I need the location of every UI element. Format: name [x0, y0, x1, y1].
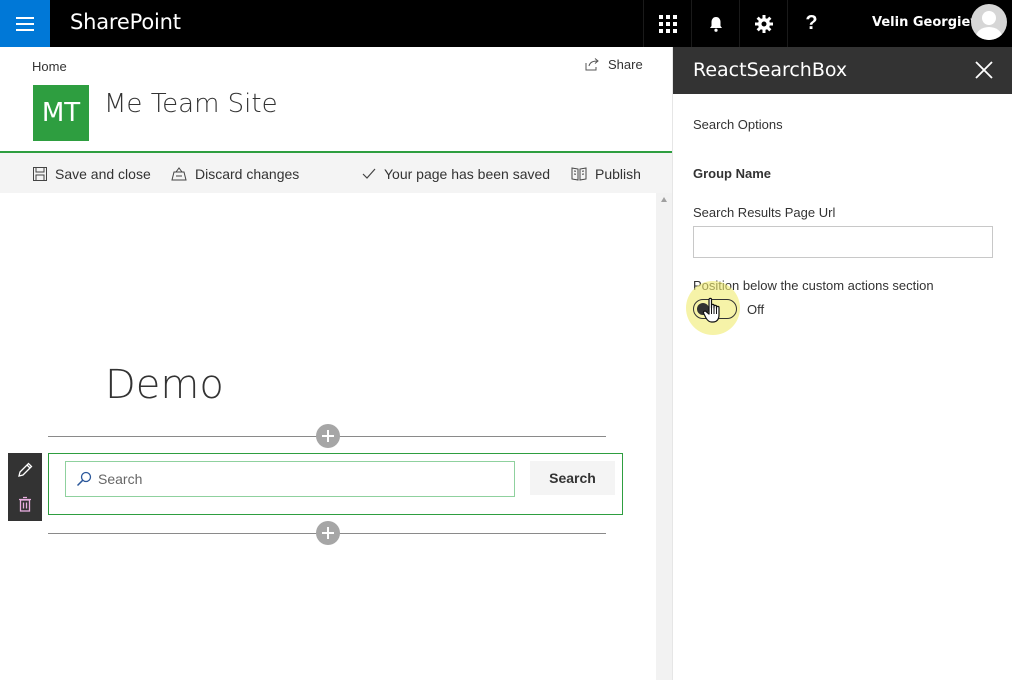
settings-button[interactable] — [739, 0, 787, 47]
user-name[interactable]: Velin Georgiev — [872, 15, 979, 30]
suite-bar: SharePoint ? Velin Georgiev — [0, 0, 1012, 47]
vertical-scrollbar[interactable] — [656, 193, 672, 680]
property-pane-header: ReactSearchBox — [673, 47, 1012, 94]
hand-cursor-icon — [702, 297, 720, 323]
checkmark-icon — [362, 168, 376, 179]
scroll-up-icon[interactable] — [661, 197, 667, 202]
property-pane-title: ReactSearchBox — [693, 59, 848, 81]
page-canvas: Demo Search Search — [0, 193, 672, 680]
search-button[interactable]: Search — [530, 461, 615, 495]
save-and-close-label: Save and close — [55, 166, 151, 182]
save-status-label: Your page has been saved — [384, 166, 551, 182]
search-input[interactable] — [98, 471, 498, 487]
edit-webpart-button[interactable] — [8, 453, 42, 487]
share-label: Share — [608, 57, 643, 72]
url-field-label: Search Results Page Url — [693, 205, 836, 220]
page-area: Home Share MT Me Team Site Save and clos… — [0, 47, 672, 680]
discard-icon — [171, 167, 187, 181]
help-icon: ? — [805, 12, 818, 34]
search-box[interactable] — [65, 461, 515, 497]
trash-icon — [19, 496, 31, 512]
site-logo[interactable]: MT — [33, 85, 89, 141]
group-name-heading: Group Name — [693, 166, 772, 181]
gear-icon — [754, 14, 773, 33]
add-webpart-above-icon[interactable] — [316, 424, 340, 448]
menu-icon — [16, 16, 34, 31]
discard-changes-label: Discard changes — [195, 166, 300, 182]
publish-icon — [571, 167, 587, 181]
share-icon — [585, 58, 599, 71]
webpart-toolbar — [8, 453, 42, 521]
search-webpart[interactable]: Search — [48, 453, 623, 515]
user-avatar-icon[interactable] — [971, 4, 1007, 40]
breadcrumb[interactable]: Home — [32, 59, 67, 74]
save-icon — [33, 167, 47, 181]
search-results-url-field[interactable] — [693, 226, 993, 258]
close-icon — [975, 61, 993, 79]
menu-button[interactable] — [0, 0, 50, 47]
page-heading[interactable]: Demo — [105, 362, 224, 408]
toggle-state-text: Off — [747, 302, 765, 317]
save-and-close-button[interactable]: Save and close — [33, 166, 151, 182]
add-webpart-below-icon[interactable] — [316, 521, 340, 545]
publish-button[interactable]: Publish — [571, 166, 641, 182]
site-title[interactable]: Me Team Site — [104, 89, 278, 119]
property-pane-description: Search Options — [693, 117, 783, 132]
brand-title[interactable]: SharePoint — [70, 10, 181, 34]
save-status: Your page has been saved — [362, 166, 550, 182]
command-bar: Save and close Discard changes Your page… — [0, 151, 672, 193]
bell-icon — [709, 16, 722, 32]
notifications-button[interactable] — [691, 0, 739, 47]
search-icon — [76, 471, 92, 487]
app-launcher-icon — [658, 14, 677, 33]
property-pane: ReactSearchBox Search Options Group Name… — [672, 47, 1012, 680]
discard-changes-button[interactable]: Discard changes — [171, 166, 299, 182]
delete-webpart-button[interactable] — [8, 487, 42, 521]
help-button[interactable]: ? — [787, 0, 835, 47]
pencil-icon — [18, 462, 33, 477]
publish-label: Publish — [595, 166, 641, 182]
share-button[interactable]: Share — [585, 57, 643, 72]
close-button[interactable] — [969, 55, 999, 85]
app-launcher-button[interactable] — [643, 0, 691, 47]
